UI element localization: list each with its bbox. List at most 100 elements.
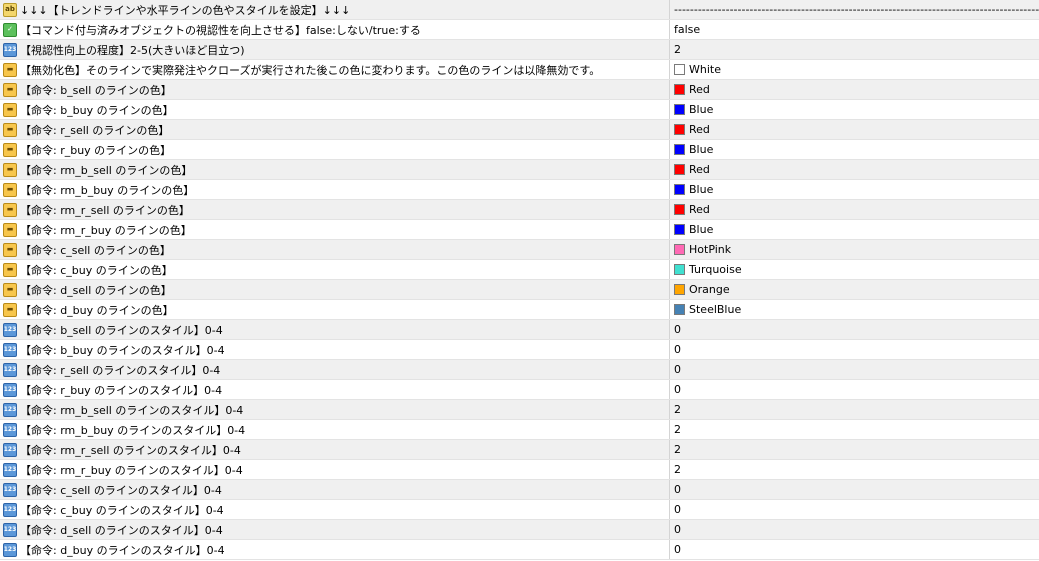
- parameter-value-cell[interactable]: 2: [670, 460, 1039, 479]
- parameter-value-cell[interactable]: Red: [670, 80, 1039, 99]
- parameter-value: 2: [674, 43, 681, 56]
- parameter-value-cell[interactable]: 0: [670, 380, 1039, 399]
- parameter-row[interactable]: ▬ 【命令: rm_b_buy のラインの色】 Blue: [0, 180, 1039, 200]
- parameter-value-cell[interactable]: 2: [670, 440, 1039, 459]
- parameter-value-cell[interactable]: 2: [670, 40, 1039, 59]
- color-icon: ▬: [3, 122, 17, 137]
- parameter-name: 【命令: r_buy のラインのスタイル】0-4: [20, 383, 223, 397]
- section-header-row[interactable]: ab ↓↓↓【トレンドラインや水平ラインの色やスタイルを設定】↓↓↓ -----…: [0, 0, 1039, 20]
- parameter-value-cell[interactable]: 0: [670, 500, 1039, 519]
- parameter-value-cell[interactable]: 0: [670, 520, 1039, 539]
- parameter-value-cell[interactable]: HotPink: [670, 240, 1039, 259]
- parameter-row[interactable]: ▬ 【命令: c_buy のラインの色】 Turquoise: [0, 260, 1039, 280]
- color-icon: ▬: [3, 222, 17, 237]
- parameter-value: Blue: [689, 143, 714, 156]
- parameter-value-cell[interactable]: Orange: [670, 280, 1039, 299]
- color-icon: ▬: [3, 242, 17, 257]
- number-icon: 123: [3, 462, 17, 477]
- parameter-value-cell[interactable]: Red: [670, 160, 1039, 179]
- parameter-value: ----------------------------------------…: [674, 3, 1039, 16]
- color-icon: ▬: [3, 182, 17, 197]
- parameter-value: 2: [674, 403, 681, 416]
- parameter-value: White: [689, 63, 721, 76]
- parameter-value-cell[interactable]: ----------------------------------------…: [670, 0, 1039, 19]
- number-icon: 123: [3, 322, 17, 337]
- parameter-name: 【命令: d_buy のラインの色】: [20, 303, 174, 317]
- parameter-name-cell: ▬ 【命令: d_buy のラインの色】: [0, 300, 670, 319]
- parameter-name: 【視認性向上の程度】2-5(大きいほど目立つ): [20, 43, 245, 57]
- parameter-value-cell[interactable]: 2: [670, 400, 1039, 419]
- parameter-name-cell: ▬ 【命令: c_sell のラインの色】: [0, 240, 670, 259]
- parameter-row[interactable]: 123 【命令: d_sell のラインのスタイル】0-4 0: [0, 520, 1039, 540]
- parameter-row[interactable]: 123 【命令: c_buy のラインのスタイル】0-4 0: [0, 500, 1039, 520]
- parameter-value-cell[interactable]: Turquoise: [670, 260, 1039, 279]
- parameter-row[interactable]: ▬ 【命令: b_sell のラインの色】 Red: [0, 80, 1039, 100]
- number-icon: 123: [3, 422, 17, 437]
- parameter-name: 【命令: rm_r_buy のラインの色】: [20, 223, 192, 237]
- parameter-value-cell[interactable]: Red: [670, 200, 1039, 219]
- parameter-name-cell: ▬ 【命令: d_sell のラインの色】: [0, 280, 670, 299]
- parameter-value-cell[interactable]: SteelBlue: [670, 300, 1039, 319]
- parameter-value-cell[interactable]: 2: [670, 420, 1039, 439]
- parameter-row[interactable]: 123 【命令: r_sell のラインのスタイル】0-4 0: [0, 360, 1039, 380]
- parameter-row[interactable]: 123 【命令: rm_b_sell のラインのスタイル】0-4 2: [0, 400, 1039, 420]
- color-swatch: [674, 204, 685, 215]
- parameter-value-cell[interactable]: White: [670, 60, 1039, 79]
- parameter-row[interactable]: ▬ 【命令: c_sell のラインの色】 HotPink: [0, 240, 1039, 260]
- parameter-row[interactable]: ▬ 【命令: r_buy のラインの色】 Blue: [0, 140, 1039, 160]
- parameter-value: HotPink: [689, 243, 732, 256]
- parameter-row[interactable]: 123 【視認性向上の程度】2-5(大きいほど目立つ) 2: [0, 40, 1039, 60]
- color-swatch: [674, 264, 685, 275]
- number-icon: 123: [3, 482, 17, 497]
- parameter-row[interactable]: ✓ 【コマンド付与済みオブジェクトの視認性を向上させる】false:しない/tru…: [0, 20, 1039, 40]
- parameter-row[interactable]: 123 【命令: r_buy のラインのスタイル】0-4 0: [0, 380, 1039, 400]
- parameter-name: 【命令: c_sell のラインのスタイル】0-4: [20, 483, 222, 497]
- parameter-value: 0: [674, 383, 681, 396]
- parameter-value-cell[interactable]: 0: [670, 340, 1039, 359]
- parameter-row[interactable]: ▬ 【命令: rm_r_sell のラインの色】 Red: [0, 200, 1039, 220]
- parameter-value-cell[interactable]: Red: [670, 120, 1039, 139]
- parameter-value-cell[interactable]: 0: [670, 480, 1039, 499]
- parameter-value-cell[interactable]: 0: [670, 320, 1039, 339]
- parameter-value-cell[interactable]: 0: [670, 360, 1039, 379]
- parameter-value: Red: [689, 163, 710, 176]
- parameter-value-cell[interactable]: Blue: [670, 100, 1039, 119]
- parameter-value: false: [674, 23, 701, 36]
- parameter-value: SteelBlue: [689, 303, 742, 316]
- parameter-value: Blue: [689, 103, 714, 116]
- parameter-name-cell: 123 【命令: b_buy のラインのスタイル】0-4: [0, 340, 670, 359]
- parameter-row[interactable]: 123 【命令: rm_b_buy のラインのスタイル】0-4 2: [0, 420, 1039, 440]
- parameter-name: 【命令: rm_b_sell のラインの色】: [20, 163, 193, 177]
- parameter-name: 【命令: b_sell のラインのスタイル】0-4: [20, 323, 223, 337]
- parameter-row[interactable]: ▬ 【命令: d_sell のラインの色】 Orange: [0, 280, 1039, 300]
- parameter-value: 0: [674, 323, 681, 336]
- parameter-value: 0: [674, 483, 681, 496]
- parameter-row[interactable]: 123 【命令: rm_r_buy のラインのスタイル】0-4 2: [0, 460, 1039, 480]
- parameter-value: Turquoise: [689, 263, 742, 276]
- parameter-row[interactable]: ▬ 【命令: r_sell のラインの色】 Red: [0, 120, 1039, 140]
- parameter-name: 【命令: r_sell のラインの色】: [20, 123, 170, 137]
- parameter-name-cell: 123 【命令: c_buy のラインのスタイル】0-4: [0, 500, 670, 519]
- parameter-row[interactable]: 123 【命令: rm_r_sell のラインのスタイル】0-4 2: [0, 440, 1039, 460]
- parameter-row[interactable]: 123 【命令: b_sell のラインのスタイル】0-4 0: [0, 320, 1039, 340]
- color-icon: ▬: [3, 102, 17, 117]
- parameter-value-cell[interactable]: Blue: [670, 220, 1039, 239]
- parameter-value-cell[interactable]: 0: [670, 540, 1039, 559]
- parameter-row[interactable]: ▬ 【命令: b_buy のラインの色】 Blue: [0, 100, 1039, 120]
- parameter-row[interactable]: ▬ 【命令: rm_r_buy のラインの色】 Blue: [0, 220, 1039, 240]
- parameter-row[interactable]: ▬ 【無効化色】そのラインで実際発注やクローズが実行された後この色に変わります。こ…: [0, 60, 1039, 80]
- parameter-value-cell[interactable]: Blue: [670, 140, 1039, 159]
- parameter-value: 0: [674, 343, 681, 356]
- parameter-value-cell[interactable]: Blue: [670, 180, 1039, 199]
- parameter-row[interactable]: ▬ 【命令: d_buy のラインの色】 SteelBlue: [0, 300, 1039, 320]
- parameter-name-cell: ▬ 【命令: b_sell のラインの色】: [0, 80, 670, 99]
- color-swatch: [674, 164, 685, 175]
- parameter-row[interactable]: 123 【命令: b_buy のラインのスタイル】0-4 0: [0, 340, 1039, 360]
- color-icon: ▬: [3, 142, 17, 157]
- parameter-row[interactable]: 123 【命令: c_sell のラインのスタイル】0-4 0: [0, 480, 1039, 500]
- parameter-row[interactable]: ▬ 【命令: rm_b_sell のラインの色】 Red: [0, 160, 1039, 180]
- color-icon: ▬: [3, 282, 17, 297]
- parameter-value-cell[interactable]: false: [670, 20, 1039, 39]
- parameter-row[interactable]: 123 【命令: d_buy のラインのスタイル】0-4 0: [0, 540, 1039, 560]
- parameter-name-cell: 123 【命令: rm_r_sell のラインのスタイル】0-4: [0, 440, 670, 459]
